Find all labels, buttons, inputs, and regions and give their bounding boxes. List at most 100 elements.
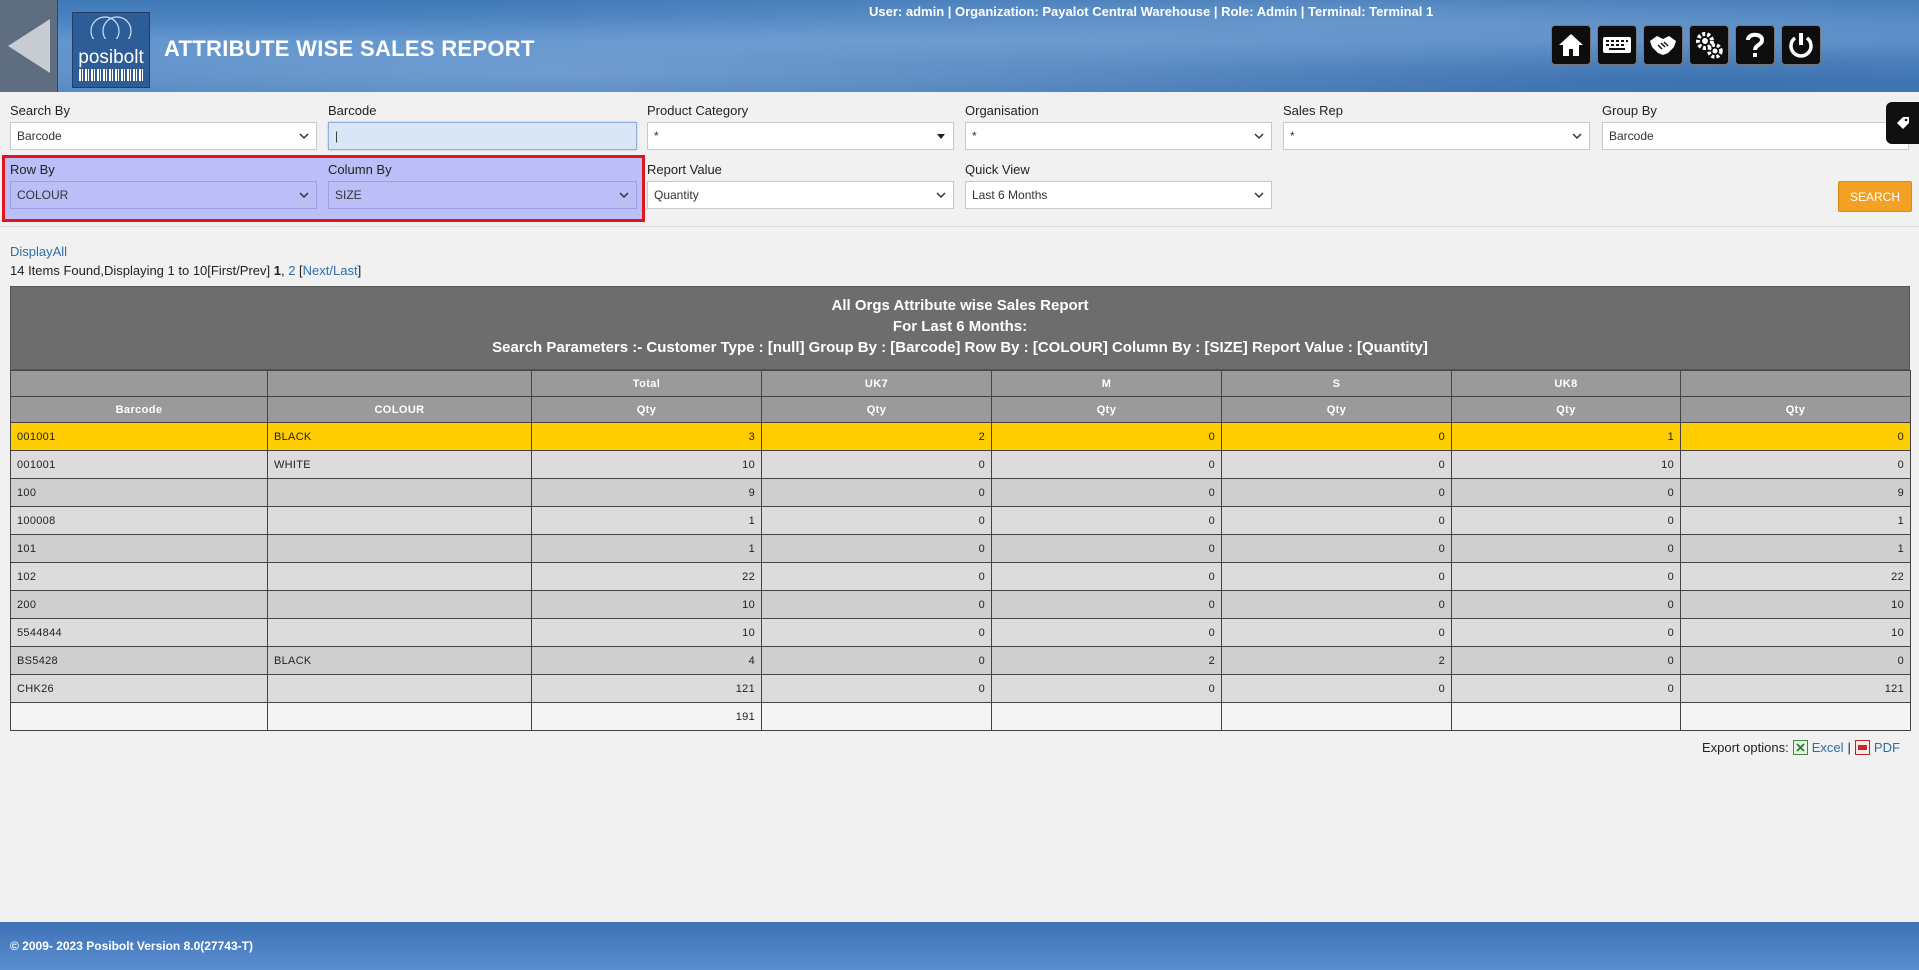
table-row[interactable]: 001001 BLACK 3 2 0 0 1 0 bbox=[10, 422, 1911, 451]
barcode-value: | bbox=[335, 129, 339, 143]
quick-view-label: Quick View bbox=[965, 162, 1030, 177]
table-row[interactable]: 001001 WHITE 10 0 0 0 10 0 bbox=[10, 450, 1911, 479]
qty-cell: 0 bbox=[761, 450, 992, 479]
help-button[interactable] bbox=[1735, 25, 1775, 65]
barcode-input[interactable]: | bbox=[328, 122, 637, 150]
export-excel-link[interactable]: Excel bbox=[1812, 740, 1844, 755]
app-header: posibolt ATTRIBUTE WISE SALES REPORT Use… bbox=[0, 0, 1919, 92]
home-button[interactable] bbox=[1551, 25, 1591, 65]
app-footer: © 2009- 2023 Posibolt Version 8.0(27743-… bbox=[0, 922, 1919, 970]
export-pdf-link[interactable]: PDF bbox=[1874, 740, 1900, 755]
qty-cell: 10 bbox=[531, 450, 762, 479]
chevron-down-icon bbox=[1572, 133, 1582, 140]
qty-cell: 0 bbox=[991, 562, 1222, 591]
qty-cell: 1 bbox=[531, 534, 762, 563]
report-value-value: Quantity bbox=[654, 188, 699, 202]
qty-cell: 0 bbox=[1221, 674, 1452, 703]
barcode-cell: BS5428 bbox=[10, 646, 268, 675]
qty-cell: 2 bbox=[761, 422, 992, 451]
table-row[interactable]: CHK26 121 0 0 0 0 121 bbox=[10, 674, 1911, 703]
qty-cell: 9 bbox=[531, 478, 762, 507]
report-value-label: Report Value bbox=[647, 162, 722, 177]
chevron-down-icon bbox=[619, 192, 629, 199]
colour-cell bbox=[267, 618, 532, 647]
product-category-value: * bbox=[654, 129, 659, 143]
group-header-cell: Total bbox=[531, 370, 762, 397]
qty-cell: 0 bbox=[991, 534, 1222, 563]
report-params: Search Parameters :- Customer Type : [nu… bbox=[492, 339, 1428, 356]
power-icon bbox=[1789, 33, 1813, 58]
qty-cell: 121 bbox=[531, 674, 762, 703]
search-button[interactable]: SEARCH bbox=[1838, 181, 1912, 212]
qty-cell: 0 bbox=[991, 506, 1222, 535]
display-all-link[interactable]: DisplayAll bbox=[10, 244, 67, 259]
product-category-select[interactable]: * bbox=[647, 122, 954, 150]
table-row[interactable]: 200 10 0 0 0 0 10 bbox=[10, 590, 1911, 619]
qty-cell: 1 bbox=[1680, 506, 1911, 535]
quick-view-select[interactable]: Last 6 Months bbox=[965, 181, 1272, 209]
logout-button[interactable] bbox=[1781, 25, 1821, 65]
logo-barcode-icon bbox=[79, 69, 143, 81]
sales-rep-select[interactable]: * bbox=[1283, 122, 1590, 150]
qty-cell: 0 bbox=[1221, 618, 1452, 647]
back-button[interactable] bbox=[0, 0, 58, 92]
colour-cell: BLACK bbox=[267, 422, 532, 451]
group-by-value: Barcode bbox=[1609, 129, 1654, 143]
group-by-select[interactable]: Barcode bbox=[1602, 122, 1909, 150]
table-row[interactable]: 101 1 0 0 0 0 1 bbox=[10, 534, 1911, 563]
table-row[interactable]: 102 22 0 0 0 0 22 bbox=[10, 562, 1911, 591]
report-subtitle: For Last 6 Months: bbox=[892, 318, 1028, 335]
total-cell bbox=[991, 702, 1222, 731]
group-header-cell: UK7 bbox=[761, 370, 992, 397]
qty-cell: 4 bbox=[531, 646, 762, 675]
group-header-cell: S bbox=[1221, 370, 1452, 397]
qty-cell: 0 bbox=[1680, 450, 1911, 479]
qty-cell: 10 bbox=[531, 618, 762, 647]
qty-cell: 2 bbox=[1221, 646, 1452, 675]
colour-cell bbox=[267, 534, 532, 563]
organisation-select[interactable]: * bbox=[965, 122, 1272, 150]
logo-rings-icon bbox=[90, 16, 132, 39]
handshake-icon bbox=[1650, 36, 1676, 55]
total-cell: 191 bbox=[531, 702, 762, 731]
keyboard-button[interactable] bbox=[1597, 25, 1637, 65]
qty-cell: 0 bbox=[1221, 450, 1452, 479]
table-row[interactable]: 100008 1 0 0 0 0 1 bbox=[10, 506, 1911, 535]
qty-cell: 1 bbox=[531, 506, 762, 535]
posibolt-logo: posibolt bbox=[72, 12, 150, 88]
qty-cell: 0 bbox=[1221, 506, 1452, 535]
side-tab-button[interactable] bbox=[1886, 102, 1919, 144]
barcode-cell: 001001 bbox=[10, 422, 268, 451]
qty-cell: 0 bbox=[991, 450, 1222, 479]
sub-header-cell: Qty bbox=[1221, 396, 1452, 423]
column-sub-header-row: Barcode COLOUR Qty Qty Qty Qty Qty Qty bbox=[10, 396, 1911, 423]
export-separator: | bbox=[1847, 740, 1851, 755]
column-by-select[interactable]: SIZE bbox=[328, 181, 637, 209]
chevron-down-icon bbox=[1254, 133, 1264, 140]
barcode-cell: 200 bbox=[10, 590, 268, 619]
qty-cell: 0 bbox=[761, 506, 992, 535]
next-last-link[interactable]: Next/Last bbox=[303, 263, 358, 278]
barcode-cell: 102 bbox=[10, 562, 268, 591]
barcode-cell: CHK26 bbox=[10, 674, 268, 703]
handshake-button[interactable] bbox=[1643, 25, 1683, 65]
qty-cell: 0 bbox=[991, 478, 1222, 507]
report-value-select[interactable]: Quantity bbox=[647, 181, 954, 209]
user-info: User: admin | Organization: Payalot Cent… bbox=[869, 4, 1434, 19]
row-by-select[interactable]: COLOUR bbox=[10, 181, 317, 209]
colour-cell: BLACK bbox=[267, 646, 532, 675]
qty-cell: 0 bbox=[1451, 674, 1681, 703]
table-row[interactable]: 100 9 0 0 0 0 9 bbox=[10, 478, 1911, 507]
sub-header-cell: COLOUR bbox=[267, 396, 532, 423]
organisation-value: * bbox=[972, 129, 977, 143]
qty-cell: 0 bbox=[991, 590, 1222, 619]
group-header-cell bbox=[1680, 370, 1911, 397]
table-row[interactable]: BS5428 BLACK 4 0 2 2 0 0 bbox=[10, 646, 1911, 675]
qty-cell: 0 bbox=[761, 646, 992, 675]
search-by-select[interactable]: Barcode bbox=[10, 122, 317, 150]
qty-cell: 10 bbox=[1680, 590, 1911, 619]
pagination-summary: 14 Items Found,Displaying 1 to 10[First/… bbox=[10, 263, 274, 278]
table-row[interactable]: 5544844 10 0 0 0 0 10 bbox=[10, 618, 1911, 647]
settings-button[interactable] bbox=[1689, 25, 1729, 65]
qty-cell: 9 bbox=[1680, 478, 1911, 507]
